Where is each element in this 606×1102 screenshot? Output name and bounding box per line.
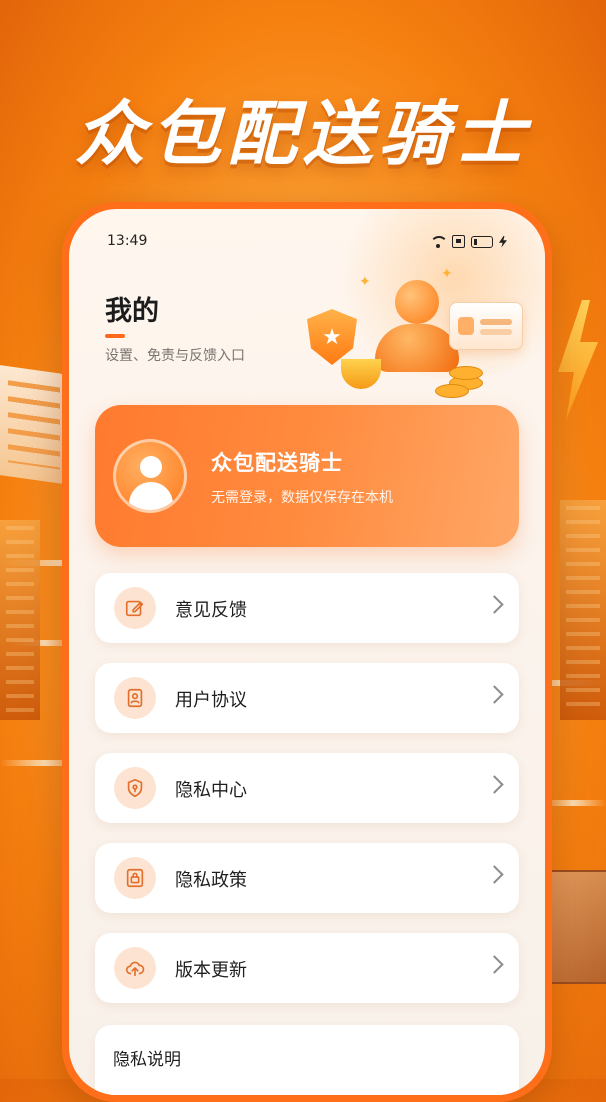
star-shield-icon: ★ bbox=[307, 309, 357, 365]
sim-icon bbox=[452, 235, 465, 248]
phone-frame: 13:49 我的 设置、免责与反馈入口 ★ ✦ ✦ 众包配送骑士 无需登录，数据… bbox=[62, 202, 552, 1102]
wifi-icon bbox=[430, 236, 446, 248]
profile-name: 众包配送骑士 bbox=[211, 451, 343, 475]
page-title: 我的 bbox=[105, 296, 159, 327]
cloud-upload-icon bbox=[114, 947, 156, 989]
menu-label: 版本更新 bbox=[175, 960, 247, 981]
battery-icon bbox=[471, 235, 493, 248]
status-time: 13:49 bbox=[107, 233, 148, 249]
header-illustration: ★ ✦ ✦ bbox=[299, 264, 529, 404]
status-icons bbox=[430, 235, 507, 248]
privacy-note-title: 隐私说明 bbox=[113, 1050, 181, 1070]
policy-icon bbox=[114, 857, 156, 899]
chevron-right-icon bbox=[485, 685, 504, 704]
parcel-box bbox=[544, 870, 606, 984]
person-icon-head bbox=[395, 280, 439, 324]
background-screen bbox=[0, 365, 70, 485]
page-subtitle: 设置、免责与反馈入口 bbox=[105, 348, 245, 364]
menu-label: 用户协议 bbox=[175, 690, 247, 711]
phone-screen: 13:49 我的 设置、免责与反馈入口 ★ ✦ ✦ 众包配送骑士 无需登录，数据… bbox=[69, 209, 545, 1095]
avatar bbox=[113, 439, 187, 513]
lightning-icon bbox=[558, 300, 598, 420]
background-building bbox=[560, 500, 606, 720]
charging-icon bbox=[499, 235, 507, 248]
trophy-icon bbox=[341, 359, 381, 389]
sparkle-icon: ✦ bbox=[441, 266, 453, 282]
menu-item-privacy-policy[interactable]: 隐私政策 bbox=[95, 843, 519, 913]
edit-icon bbox=[114, 587, 156, 629]
sparkle-icon: ✦ bbox=[359, 274, 371, 290]
chevron-right-icon bbox=[485, 955, 504, 974]
menu-item-user-agreement[interactable]: 用户协议 bbox=[95, 663, 519, 733]
menu-item-version-update[interactable]: 版本更新 bbox=[95, 933, 519, 1003]
menu-label: 隐私中心 bbox=[175, 780, 247, 801]
background-building bbox=[0, 520, 40, 720]
privacy-note-card: 隐私说明 bbox=[95, 1025, 519, 1095]
chevron-right-icon bbox=[485, 595, 504, 614]
id-card-icon bbox=[449, 302, 523, 350]
coin-icon bbox=[435, 384, 469, 398]
shield-lock-icon bbox=[114, 767, 156, 809]
user-icon-body bbox=[129, 482, 173, 510]
menu-label: 意见反馈 bbox=[175, 600, 247, 621]
profile-description: 无需登录，数据仅保存在本机 bbox=[211, 490, 393, 506]
person-icon-body bbox=[375, 324, 459, 372]
profile-card[interactable]: 众包配送骑士 无需登录，数据仅保存在本机 bbox=[95, 405, 519, 547]
chevron-right-icon bbox=[485, 775, 504, 794]
chevron-right-icon bbox=[485, 865, 504, 884]
app-headline: 众包配送骑士 bbox=[75, 93, 531, 175]
coin-icon bbox=[449, 366, 483, 380]
title-underline bbox=[105, 334, 125, 338]
menu-item-feedback[interactable]: 意见反馈 bbox=[95, 573, 519, 643]
status-bar: 13:49 bbox=[107, 233, 507, 253]
document-icon bbox=[114, 677, 156, 719]
menu-label: 隐私政策 bbox=[175, 870, 247, 891]
user-icon-head bbox=[140, 456, 162, 478]
menu-item-privacy-center[interactable]: 隐私中心 bbox=[95, 753, 519, 823]
